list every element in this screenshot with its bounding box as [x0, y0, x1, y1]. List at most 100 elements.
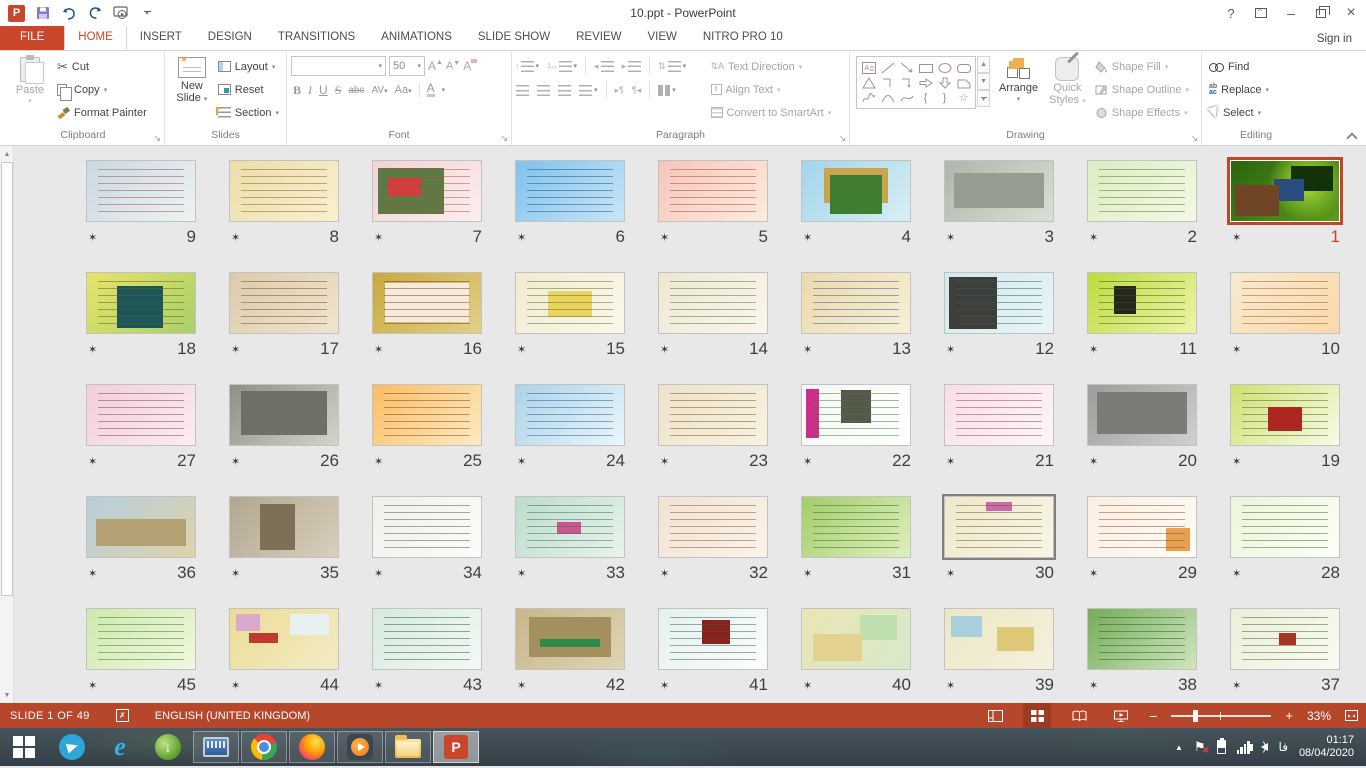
tab-nitro-pro-10[interactable]: NITRO PRO 10: [690, 25, 796, 50]
spell-check-icon[interactable]: ✗: [116, 709, 129, 722]
taskbar-idm[interactable]: ↓: [144, 728, 192, 766]
volume-icon[interactable]: [1261, 743, 1268, 751]
font-size-combo[interactable]: 50▾: [389, 56, 425, 76]
shape-down-arrow-icon[interactable]: [935, 75, 954, 90]
shape-effects-button[interactable]: Shape Effects▾: [1092, 102, 1197, 123]
customize-qat-icon[interactable]: ▾: [139, 5, 155, 21]
taskbar-onscreen-keyboard[interactable]: [193, 731, 239, 763]
tab-file[interactable]: FILE: [0, 25, 64, 50]
tab-design[interactable]: DESIGN: [195, 25, 265, 50]
taskbar-file-explorer[interactable]: [385, 731, 431, 763]
shape-elbow-connector-icon[interactable]: [878, 75, 897, 90]
slide-thumbnail[interactable]: [372, 496, 482, 558]
align-right-button[interactable]: [558, 85, 571, 96]
start-button[interactable]: [0, 728, 48, 766]
slide-thumbnail[interactable]: [944, 608, 1054, 670]
slide-thumbnail[interactable]: [658, 384, 768, 446]
vertical-scrollbar[interactable]: ▲ ▼: [0, 146, 14, 703]
tab-slide-show[interactable]: SLIDE SHOW: [465, 25, 563, 50]
tab-view[interactable]: VIEW: [634, 25, 689, 50]
align-text-button[interactable]: ⇕ Align Text▾: [708, 79, 846, 100]
slide-show-button[interactable]: [1107, 703, 1135, 728]
slide-thumbnail[interactable]: [229, 384, 339, 446]
action-center-flag-icon[interactable]: ⚑✕: [1194, 739, 1206, 755]
slide-thumbnail[interactable]: [86, 384, 196, 446]
restore-button[interactable]: [1306, 0, 1336, 26]
shapes-scroll-down[interactable]: ▼: [977, 73, 990, 90]
layout-button[interactable]: Layout▾: [215, 56, 282, 77]
tab-transitions[interactable]: TRANSITIONS: [265, 25, 368, 50]
slide-thumbnail[interactable]: [372, 160, 482, 222]
drawing-dialog-launcher[interactable]: ↘: [1190, 134, 1198, 142]
slide-thumbnail[interactable]: [515, 160, 625, 222]
shape-fill-button[interactable]: Shape Fill▾: [1092, 56, 1197, 77]
shapes-scroll-up[interactable]: ▲: [977, 56, 990, 73]
slide-thumbnail[interactable]: [801, 496, 911, 558]
slide-thumbnail[interactable]: [1230, 272, 1340, 334]
bold-button[interactable]: B: [293, 83, 301, 98]
slide-thumbnail[interactable]: [1087, 272, 1197, 334]
hidden-icons-button[interactable]: ▲: [1175, 743, 1183, 752]
slide-thumbnail[interactable]: [944, 384, 1054, 446]
shape-scribble-icon[interactable]: [859, 90, 878, 105]
slide-thumbnail[interactable]: [515, 608, 625, 670]
quick-styles-button[interactable]: Quick Styles ▾: [1043, 54, 1092, 108]
slide-thumbnail[interactable]: [372, 608, 482, 670]
paragraph-dialog-launcher[interactable]: ↘: [838, 134, 846, 142]
ltr-direction-button[interactable]: ▸¶: [615, 85, 624, 96]
slide-thumbnail[interactable]: [229, 608, 339, 670]
section-button[interactable]: Section▾: [215, 102, 282, 123]
shape-triangle-icon[interactable]: [859, 75, 878, 90]
reading-view-button[interactable]: [1065, 703, 1093, 728]
ribbon-display-options-button[interactable]: [1246, 0, 1276, 26]
shrink-font-button[interactable]: A▼: [446, 60, 460, 72]
tab-home[interactable]: HOME: [64, 25, 127, 50]
cut-button[interactable]: ✂Cut: [54, 56, 150, 77]
slide-thumbnail[interactable]: [801, 160, 911, 222]
slide-thumbnail[interactable]: [1087, 160, 1197, 222]
clipboard-dialog-launcher[interactable]: ↘: [153, 134, 161, 142]
powerpoint-logo-icon[interactable]: P: [8, 5, 25, 22]
convert-to-smartart-button[interactable]: Convert to SmartArt▾: [708, 102, 846, 123]
arrange-button[interactable]: Arrange▾: [994, 54, 1043, 106]
slide-thumbnail[interactable]: [1087, 608, 1197, 670]
battery-icon[interactable]: [1217, 740, 1226, 754]
reset-button[interactable]: Reset: [215, 79, 282, 100]
shape-outline-button[interactable]: Shape Outline▾: [1092, 79, 1197, 100]
slide-thumbnail[interactable]: [1087, 384, 1197, 446]
new-slide-button[interactable]: New Slide ▾: [169, 54, 215, 106]
slide-thumbnail[interactable]: [801, 384, 911, 446]
rtl-direction-button[interactable]: ¶◂: [632, 85, 641, 96]
slide-thumbnail[interactable]: [86, 496, 196, 558]
font-name-combo[interactable]: ▾: [291, 56, 386, 76]
slide-thumbnail[interactable]: [229, 160, 339, 222]
slide-thumbnail[interactable]: [1230, 496, 1340, 558]
shape-left-brace-icon[interactable]: {: [916, 90, 935, 105]
sign-in-link[interactable]: Sign in: [1317, 33, 1366, 50]
slide-thumbnail[interactable]: [515, 384, 625, 446]
close-button[interactable]: ×: [1336, 0, 1366, 26]
shapes-gallery[interactable]: A { } ☆: [856, 56, 976, 109]
font-dialog-launcher[interactable]: ↘: [500, 134, 508, 142]
save-icon[interactable]: [35, 5, 51, 21]
scroll-up-button[interactable]: ▲: [1, 147, 13, 161]
bullets-button[interactable]: ⁝▾: [516, 61, 539, 72]
shape-elbow-arrow-connector-icon[interactable]: [897, 75, 916, 90]
language-indicator[interactable]: ENGLISH (UNITED KINGDOM): [155, 710, 310, 722]
shape-right-brace-icon[interactable]: }: [935, 90, 954, 105]
replace-button[interactable]: abac Replace▾: [1206, 79, 1272, 100]
slide-thumbnail[interactable]: [86, 272, 196, 334]
slide-thumbnail[interactable]: [801, 608, 911, 670]
italic-button[interactable]: I: [308, 83, 312, 98]
shape-right-arrow-icon[interactable]: [916, 75, 935, 90]
line-spacing-button[interactable]: ⇅▾: [658, 61, 686, 72]
numbering-button[interactable]: 1₂₃▾: [547, 61, 577, 72]
slide-thumbnail[interactable]: [515, 272, 625, 334]
columns-button[interactable]: ▾: [658, 85, 676, 96]
shape-oval-icon[interactable]: [935, 60, 954, 75]
slide-thumbnail[interactable]: [801, 272, 911, 334]
shape-textbox-icon[interactable]: A: [859, 60, 878, 75]
taskbar-internet-explorer[interactable]: e: [96, 728, 144, 766]
decrease-indent-button[interactable]: ◂: [594, 61, 614, 72]
text-shadow-button[interactable]: abc: [348, 85, 364, 96]
